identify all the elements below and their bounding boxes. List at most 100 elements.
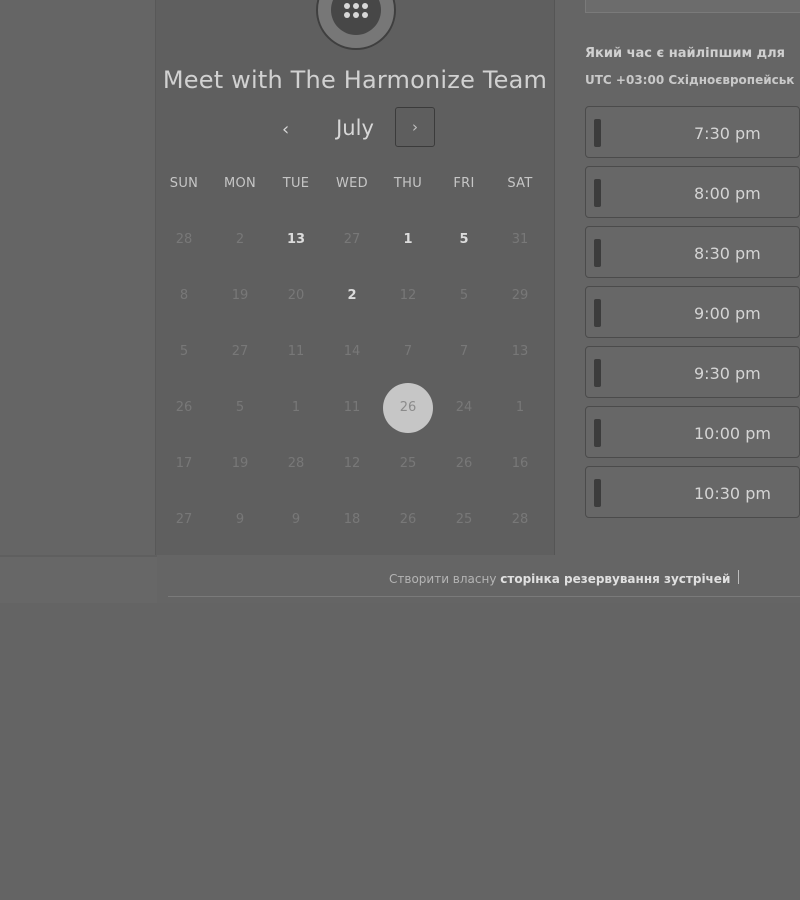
calendar-day-number: 26: [455, 456, 473, 471]
calendar-day: 24: [436, 380, 492, 436]
weekday-mon: MON: [223, 176, 257, 191]
time-question-link[interactable]: найліпшим для: [669, 46, 785, 61]
previous-month-button[interactable]: ‹: [282, 119, 289, 140]
calendar-day-number: 19: [231, 456, 249, 471]
calendar-day-number: 5: [235, 400, 245, 415]
slot-handle: [594, 359, 601, 387]
calendar-day: 27: [156, 492, 212, 548]
calendar-day: 16: [492, 436, 548, 492]
selected-calendar-day[interactable]: 26: [380, 380, 436, 436]
calendar-day-number: 11: [287, 344, 305, 359]
chevron-right-icon: ›: [412, 118, 418, 136]
time-slot[interactable]: 7:30 pm: [585, 106, 800, 158]
calendar-day-number: 1: [291, 400, 301, 415]
calendar-day-number: 27: [343, 232, 361, 247]
calendar-day: 7: [436, 324, 492, 380]
calendar-day: 11: [324, 380, 380, 436]
calendar-day[interactable]: 2: [324, 268, 380, 324]
time-slot[interactable]: 10:30 pm: [585, 466, 800, 518]
current-month: July: [336, 116, 374, 140]
calendar-day[interactable]: 5: [436, 212, 492, 268]
calendar-day-number: 2: [235, 232, 245, 247]
calendar-day-number: 9: [235, 512, 245, 527]
calendar-day-number: 16: [511, 456, 529, 471]
calendar-day: 19: [212, 436, 268, 492]
calendar-day-number: 25: [455, 512, 473, 527]
calendar-day: 12: [324, 436, 380, 492]
calendar-day: 26: [156, 380, 212, 436]
calendar-day[interactable]: 1: [380, 212, 436, 268]
left-panel-strip: [0, 557, 157, 603]
calendar-day-number: 20: [287, 288, 305, 303]
page-title: Meet with The Harmonize Team: [162, 66, 548, 94]
calendar-day: 13: [492, 324, 548, 380]
avatar-icon: [331, 0, 381, 35]
calendar-day: 14: [324, 324, 380, 380]
calendar-day-number: 24: [455, 400, 473, 415]
calendar-day: 5: [436, 268, 492, 324]
calendar-day-number: 7: [459, 344, 469, 359]
calendar-day-number: 5: [459, 232, 469, 247]
month-navigation: ‹ July ›: [156, 107, 554, 149]
time-slot[interactable]: 9:30 pm: [585, 346, 800, 398]
time-question-prefix: Який час є: [585, 46, 669, 61]
time-slot-label: 7:30 pm: [694, 124, 761, 143]
calendar-day-number: 1: [515, 400, 525, 415]
calendar-day: 19: [212, 268, 268, 324]
top-scroll-strip: [585, 0, 800, 13]
calendar-day-number: 18: [343, 512, 361, 527]
calendar-panel: Meet with The Harmonize Team ‹ July › SU…: [155, 0, 555, 555]
calendar-day: 11: [268, 324, 324, 380]
calendar-day-number: 12: [399, 288, 417, 303]
time-slot[interactable]: 8:00 pm: [585, 166, 800, 218]
calendar-day: 9: [212, 492, 268, 548]
calendar-day: 7: [380, 324, 436, 380]
calendar-day: 20: [268, 268, 324, 324]
calendar-day: 2: [212, 212, 268, 268]
slot-handle: [594, 119, 601, 147]
calendar-day-number: 1: [403, 232, 413, 247]
calendar-day: 12: [380, 268, 436, 324]
footer-prefix: Створити власну: [389, 572, 501, 586]
calendar-grid: 28 2 13 27 1 5 31 8 19 20 2 12 5 29 5 27 11 14 7 7 13 26 5 1 11 2…: [156, 212, 554, 542]
weekday-sun: SUN: [169, 176, 199, 191]
time-slot[interactable]: 9:00 pm: [585, 286, 800, 338]
calendar-day-number: 28: [287, 456, 305, 471]
slot-handle: [594, 419, 601, 447]
calendar-day: 1: [268, 380, 324, 436]
calendar-day: 27: [324, 212, 380, 268]
calendar-day-number: 27: [175, 512, 193, 527]
weekday-sat: SAT: [507, 176, 533, 191]
calendar-day: 26: [380, 492, 436, 548]
footer: Створити власну сторінка резервування зу…: [168, 560, 800, 597]
time-slot-panel: Який час є найліпшим для UTC +03:00 Схід…: [585, 0, 800, 555]
calendar-day-number: 27: [231, 344, 249, 359]
calendar-day: 25: [380, 436, 436, 492]
timezone-label[interactable]: UTC +03:00 Східноєвропейськ: [585, 73, 800, 87]
slot-handle: [594, 179, 601, 207]
time-slot-label: 8:30 pm: [694, 244, 761, 263]
calendar-day: 18: [324, 492, 380, 548]
calendar-day-number: 26: [399, 400, 417, 415]
calendar-day-number: 17: [175, 456, 193, 471]
calendar-day[interactable]: 13: [268, 212, 324, 268]
weekday-wed: WED: [336, 176, 368, 191]
empty-page-area: [0, 603, 800, 900]
time-slot-label: 10:30 pm: [694, 484, 771, 503]
create-booking-page-link[interactable]: сторінка резервування зустрічей: [500, 572, 730, 586]
calendar-day-number: 5: [459, 288, 469, 303]
weekday-header: SUN MON TUE WED THU FRI SAT: [156, 176, 554, 196]
time-slot[interactable]: 10:00 pm: [585, 406, 800, 458]
time-slot[interactable]: 8:30 pm: [585, 226, 800, 278]
weekday-fri: FRI: [453, 176, 475, 191]
calendar-day: 28: [268, 436, 324, 492]
next-month-button[interactable]: ›: [395, 107, 435, 147]
calendar-day-number: 26: [175, 400, 193, 415]
calendar-day-number: 29: [511, 288, 529, 303]
calendar-day: 31: [492, 212, 548, 268]
calendar-day-number: 7: [403, 344, 413, 359]
calendar-day: 1: [492, 380, 548, 436]
calendar-day: 17: [156, 436, 212, 492]
time-slot-label: 9:00 pm: [694, 304, 761, 323]
time-slot-label: 8:00 pm: [694, 184, 761, 203]
